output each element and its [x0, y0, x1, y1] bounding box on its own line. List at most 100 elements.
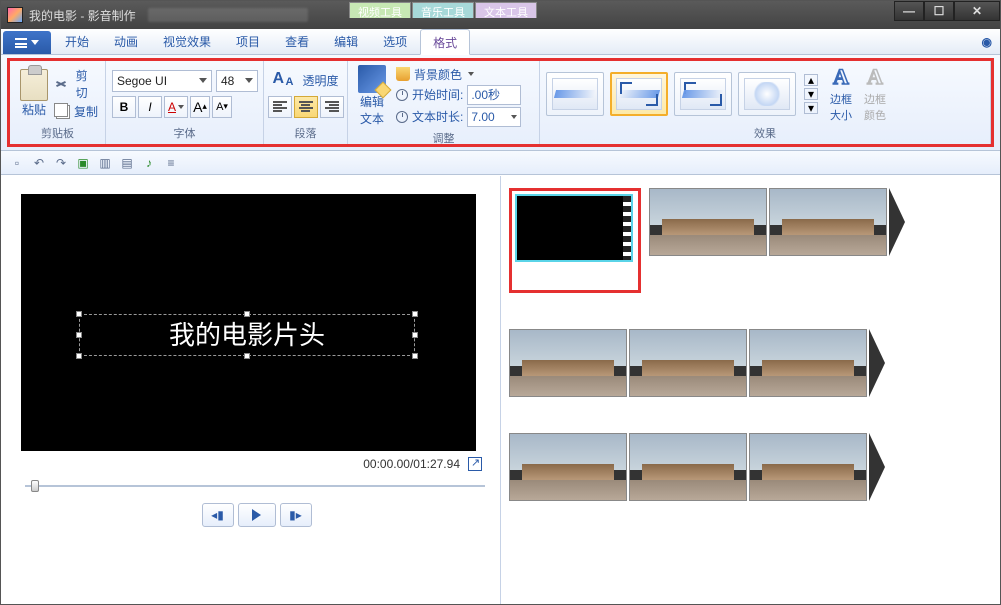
- slider-thumb[interactable]: [31, 480, 39, 492]
- context-tab-video[interactable]: 视频工具: [349, 2, 411, 18]
- clip-thumbnail[interactable]: [629, 433, 747, 501]
- app-icon: [7, 7, 23, 23]
- paste-label: 粘贴: [22, 101, 46, 118]
- ribbon-highlight: 粘贴 剪切 复制 剪贴板 Segoe UI 48 B I A A▴: [7, 58, 994, 147]
- clip-thumbnail[interactable]: [649, 188, 767, 256]
- seek-slider[interactable]: [25, 483, 485, 489]
- italic-button[interactable]: I: [138, 96, 162, 118]
- resize-handle[interactable]: [244, 311, 250, 317]
- shrink-font-button[interactable]: A▾: [212, 96, 232, 118]
- context-tab-music[interactable]: 音乐工具: [412, 2, 474, 18]
- resize-handle[interactable]: [76, 332, 82, 338]
- timecode-row: 00:00.00/01:27.94: [21, 451, 492, 475]
- prev-frame-button[interactable]: ◂▮: [202, 503, 234, 527]
- resize-handle[interactable]: [412, 311, 418, 317]
- group-paragraph: 透明度 段落: [264, 61, 348, 144]
- resize-handle[interactable]: [76, 311, 82, 317]
- tab-animation[interactable]: 动画: [102, 29, 151, 54]
- qat-redo[interactable]: ↷: [53, 155, 69, 171]
- window-title: 我的电影 - 影音制作: [29, 7, 136, 24]
- help-button[interactable]: ◉: [982, 29, 992, 54]
- clip-thumbnail[interactable]: [509, 329, 627, 397]
- group-clipboard: 粘贴 剪切 复制 剪贴板: [10, 61, 106, 144]
- resize-handle[interactable]: [76, 353, 82, 359]
- group-label-clipboard: 剪贴板: [16, 124, 99, 142]
- tab-project[interactable]: 项目: [224, 29, 273, 54]
- text-selection-box[interactable]: 我的电影片头: [79, 314, 415, 356]
- cut-button[interactable]: 剪切: [56, 67, 99, 101]
- clip-thumbnail[interactable]: [629, 329, 747, 397]
- effect-thumb-1[interactable]: [546, 72, 604, 116]
- qat-new[interactable]: ▫: [9, 155, 25, 171]
- tab-view[interactable]: 查看: [273, 29, 322, 54]
- effect-thumb-3[interactable]: [674, 72, 732, 116]
- clock-icon: [396, 89, 408, 101]
- align-left-button[interactable]: [268, 96, 292, 118]
- resize-handle[interactable]: [412, 353, 418, 359]
- row-continue-icon: [869, 433, 885, 501]
- title-text[interactable]: 我的电影片头: [80, 315, 414, 357]
- tab-options[interactable]: 选项: [371, 29, 420, 54]
- clip-thumbnail[interactable]: [769, 188, 887, 256]
- bg-color-button[interactable]: 背景颜色: [396, 66, 521, 83]
- row-continue-icon: [889, 188, 905, 256]
- tab-home[interactable]: 开始: [53, 29, 102, 54]
- qat-btn8[interactable]: ≡: [163, 155, 179, 171]
- grow-font-button[interactable]: A▴: [190, 96, 210, 118]
- film-edge-icon: [623, 196, 631, 260]
- duration-row: 文本时长:7.00: [396, 107, 521, 127]
- clip-thumbnail[interactable]: [749, 433, 867, 501]
- font-name-combo[interactable]: Segoe UI: [112, 70, 212, 92]
- file-menu-button[interactable]: [3, 31, 51, 54]
- start-time-row: 开始时间:.00秒: [396, 85, 521, 105]
- minimize-button[interactable]: —: [894, 1, 924, 21]
- resize-handle[interactable]: [412, 332, 418, 338]
- effects-scroll-down[interactable]: ▾: [804, 88, 818, 100]
- effect-thumb-2[interactable]: [610, 72, 668, 116]
- qat-undo[interactable]: ↶: [31, 155, 47, 171]
- clip-thumbnail[interactable]: [509, 433, 627, 501]
- qat-save[interactable]: ▣: [75, 155, 91, 171]
- tab-edit[interactable]: 编辑: [322, 29, 371, 54]
- start-time-input[interactable]: .00秒: [467, 85, 521, 105]
- effects-scroll-up[interactable]: ▴: [804, 74, 818, 86]
- edit-text-icon: [358, 65, 386, 93]
- copy-button[interactable]: 复制: [56, 103, 99, 120]
- bold-button[interactable]: B: [112, 96, 136, 118]
- border-size-button[interactable]: A边框 大小: [830, 65, 852, 123]
- tab-vfx[interactable]: 视觉效果: [151, 29, 224, 54]
- group-adjust: 编辑 文本 背景颜色 开始时间:.00秒 文本时长:7.00 调整: [348, 61, 540, 144]
- effects-more[interactable]: ▾: [804, 102, 818, 114]
- edit-text-button[interactable]: 编辑 文本: [354, 63, 390, 129]
- maximize-button[interactable]: ☐: [924, 1, 954, 21]
- clip-thumbnail[interactable]: [749, 329, 867, 397]
- timeline-row-1: A我的电影: [509, 188, 1000, 293]
- effect-thumb-4[interactable]: [738, 72, 796, 116]
- qat-music[interactable]: ♪: [141, 155, 157, 171]
- context-tab-text[interactable]: 文本工具: [475, 2, 537, 18]
- font-color-button[interactable]: A: [164, 96, 188, 118]
- paste-button[interactable]: 粘贴: [16, 67, 52, 120]
- align-center-button[interactable]: [294, 96, 318, 118]
- copy-icon: [56, 105, 70, 119]
- qat-btn6[interactable]: ▤: [119, 155, 135, 171]
- border-color-button[interactable]: A边框 颜色: [864, 65, 886, 123]
- fullscreen-button[interactable]: [468, 457, 482, 471]
- duration-input[interactable]: 7.00: [467, 107, 521, 127]
- resize-handle[interactable]: [244, 353, 250, 359]
- window-buttons: — ☐ ✕: [894, 1, 1000, 21]
- timeline-pane[interactable]: A我的电影: [501, 176, 1000, 604]
- scissors-icon: [56, 77, 72, 91]
- play-button[interactable]: [238, 503, 276, 527]
- tab-format[interactable]: 格式: [420, 29, 470, 55]
- chevron-down-icon: [511, 115, 517, 119]
- align-right-button[interactable]: [320, 96, 344, 118]
- clip-title[interactable]: A我的电影: [515, 194, 633, 262]
- close-button[interactable]: ✕: [954, 1, 1000, 21]
- qat-btn5[interactable]: ▥: [97, 155, 113, 171]
- outline-a-icon: A: [864, 65, 886, 89]
- font-size-combo[interactable]: 48: [216, 70, 258, 92]
- next-frame-button[interactable]: ▮▸: [280, 503, 312, 527]
- preview-viewport[interactable]: 我的电影片头: [21, 194, 476, 451]
- transparency-button[interactable]: 透明度: [272, 70, 338, 92]
